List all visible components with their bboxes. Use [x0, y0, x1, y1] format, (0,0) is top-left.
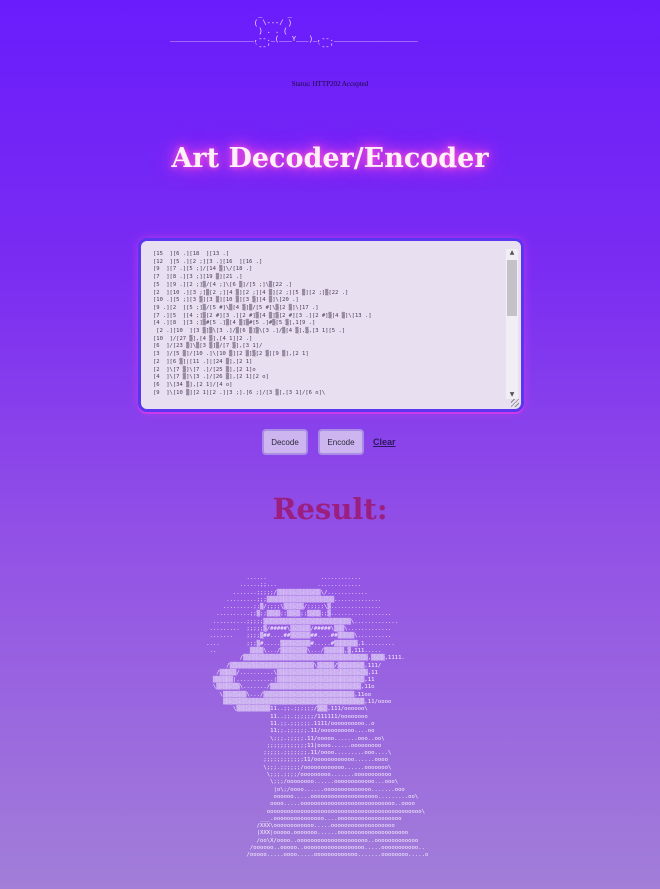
clear-link[interactable]: Clear	[373, 437, 396, 447]
art-input-box: [15 ][6 .][18 ][13 .] [12 ][5 .][2 ;][3 …	[141, 241, 521, 409]
art-input-textarea[interactable]: [15 ][6 .][18 ][13 .] [12 ][5 .][2 ;][3 …	[153, 251, 503, 407]
decode-button[interactable]: Decode	[262, 429, 308, 455]
scroll-thumb[interactable]	[507, 260, 517, 316]
result-heading: Result:	[272, 492, 388, 526]
result-ascii-art: ...... ............ ......;;... ........…	[206, 575, 429, 859]
encode-button[interactable]: Encode	[318, 429, 364, 455]
page-title: Art Decoder/Encoder	[171, 143, 489, 174]
status-text: Status: HTTP202 Accepted	[291, 80, 369, 88]
ascii-logo: _ _ ( \---/ ) ) . . ( __________________…	[170, 12, 418, 52]
scroll-up-arrow-icon[interactable]: ▲	[506, 249, 518, 257]
scroll-down-arrow-icon[interactable]: ▼	[506, 391, 518, 399]
resize-handle-icon[interactable]	[511, 399, 519, 407]
textarea-scrollbar[interactable]: ▲ ▼	[506, 249, 518, 399]
